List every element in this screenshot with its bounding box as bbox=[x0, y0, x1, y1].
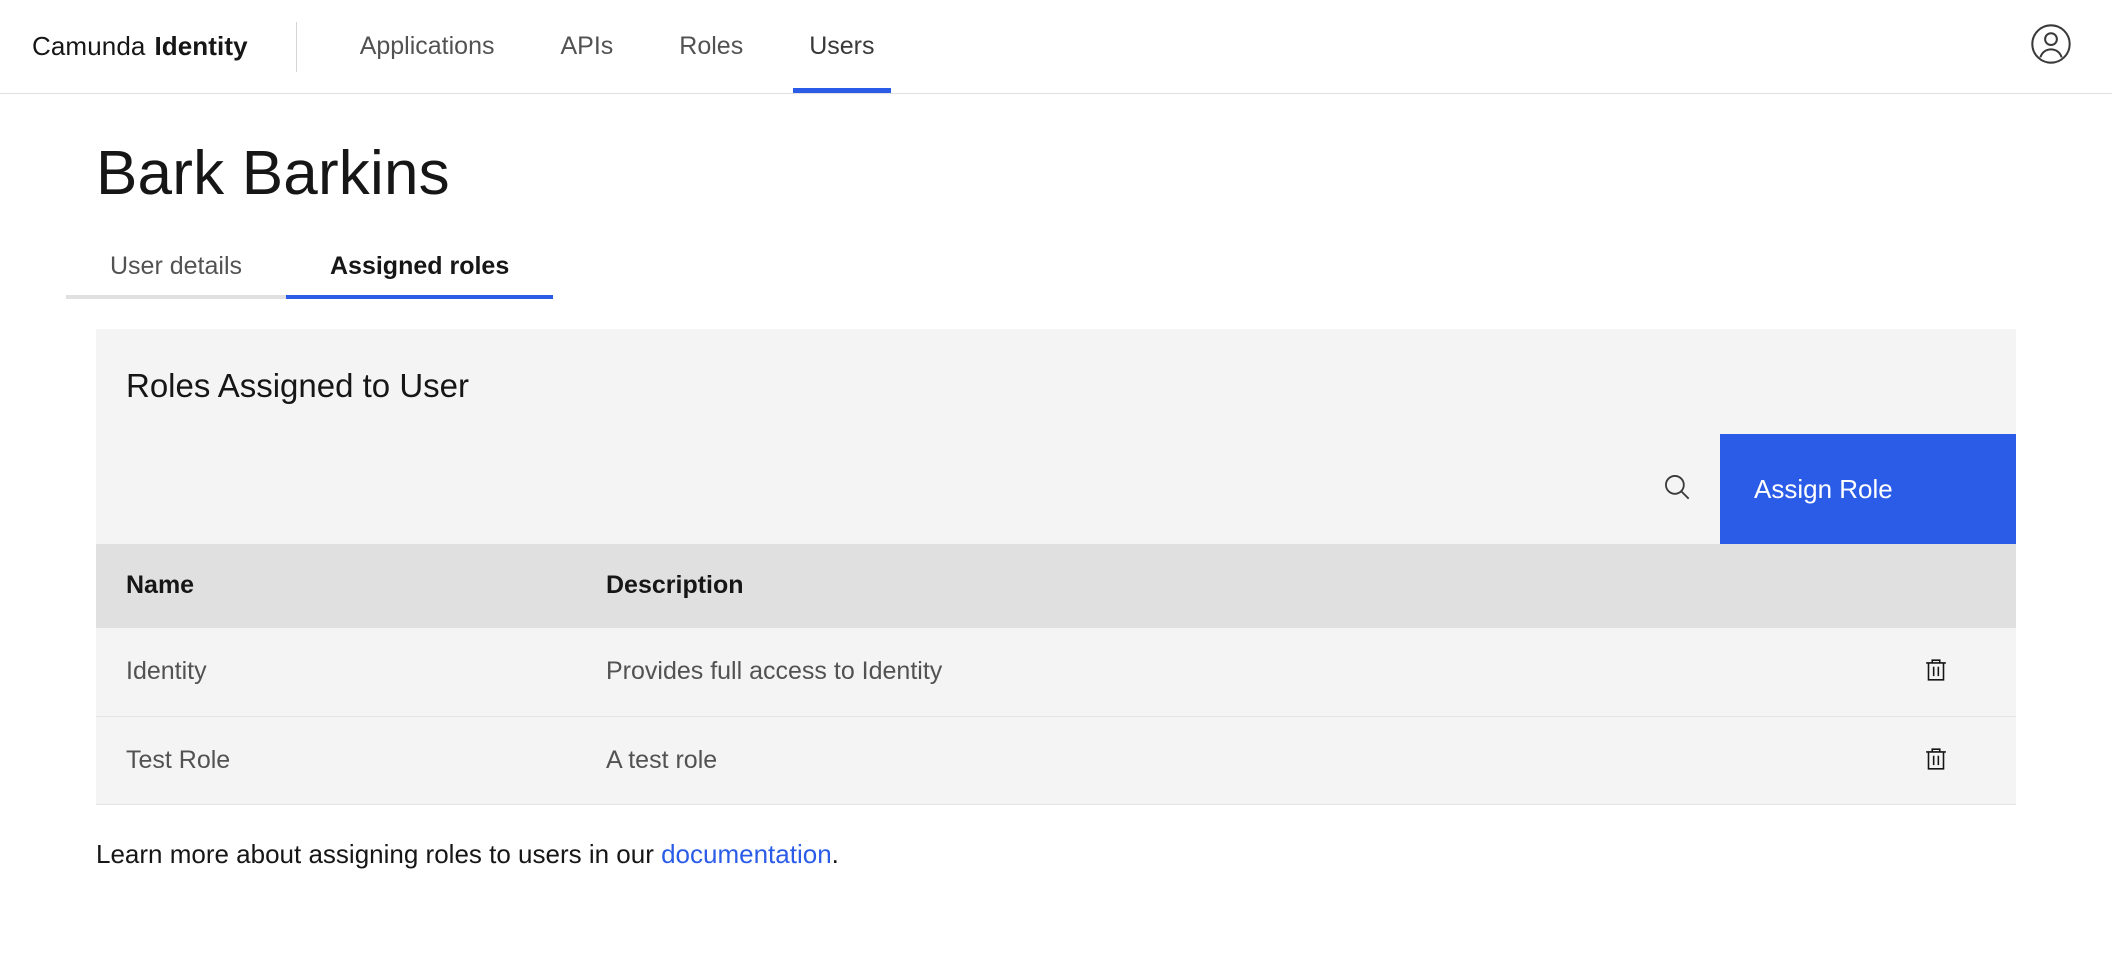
nav-label: Users bbox=[809, 32, 874, 61]
brand-divider bbox=[296, 22, 297, 72]
brand-prefix: Camunda bbox=[32, 31, 145, 62]
trash-icon bbox=[1921, 655, 1951, 688]
search-icon bbox=[1660, 470, 1694, 509]
cell-role-description: A test role bbox=[576, 716, 1856, 804]
nav-label: APIs bbox=[561, 32, 614, 61]
table-body: Identity Provides full access to Identit… bbox=[96, 628, 2016, 804]
nav-label: Applications bbox=[360, 32, 495, 61]
nav-item-users[interactable]: Users bbox=[776, 0, 907, 93]
tab-label: Assigned roles bbox=[330, 252, 509, 280]
page-title: Bark Barkins bbox=[96, 140, 2112, 208]
roles-panel: Roles Assigned to User Assign Role Name … bbox=[96, 329, 2016, 805]
nav-label: Roles bbox=[679, 32, 743, 61]
brand-logo[interactable]: Camunda Identity bbox=[0, 0, 248, 93]
delete-role-button[interactable] bbox=[1909, 645, 1963, 699]
account-menu-button[interactable] bbox=[2028, 0, 2112, 93]
assign-role-button[interactable]: Assign Role bbox=[1720, 434, 2016, 544]
table-header-row: Name Description bbox=[96, 544, 2016, 628]
trash-icon bbox=[1921, 744, 1951, 777]
page-content: Bark Barkins User details Assigned roles… bbox=[0, 140, 2112, 870]
footer-note: Learn more about assigning roles to user… bbox=[96, 839, 2112, 870]
column-header-actions bbox=[1856, 544, 2016, 628]
tab-assigned-roles[interactable]: Assigned roles bbox=[286, 252, 553, 299]
user-detail-tabs: User details Assigned roles bbox=[66, 252, 2112, 299]
footer-text-before: Learn more about assigning roles to user… bbox=[96, 839, 661, 869]
panel-toolbar: Assign Role bbox=[96, 434, 2016, 544]
table-row[interactable]: Identity Provides full access to Identit… bbox=[96, 628, 2016, 716]
top-navigation-bar: Camunda Identity Applications APIs Roles… bbox=[0, 0, 2112, 94]
cell-role-name: Identity bbox=[96, 628, 576, 716]
cell-actions bbox=[1856, 716, 2016, 804]
table-head: Name Description bbox=[96, 544, 2016, 628]
cell-actions bbox=[1856, 628, 2016, 716]
nav-item-applications[interactable]: Applications bbox=[327, 0, 528, 93]
cell-role-name: Test Role bbox=[96, 716, 576, 804]
documentation-link[interactable]: documentation bbox=[661, 839, 832, 869]
delete-role-button[interactable] bbox=[1909, 733, 1963, 787]
nav-item-apis[interactable]: APIs bbox=[528, 0, 647, 93]
tab-label: User details bbox=[110, 252, 242, 280]
tab-user-details[interactable]: User details bbox=[66, 252, 286, 299]
brand-name: Identity bbox=[154, 31, 247, 62]
panel-title: Roles Assigned to User bbox=[96, 329, 2016, 402]
assigned-roles-table: Name Description Identity Provides full … bbox=[96, 544, 2016, 805]
nav-item-roles[interactable]: Roles bbox=[646, 0, 776, 93]
topbar-spacer bbox=[908, 0, 2028, 93]
footer-text-after: . bbox=[832, 839, 839, 869]
table-row[interactable]: Test Role A test role bbox=[96, 716, 2016, 804]
column-header-name[interactable]: Name bbox=[96, 544, 576, 628]
search-button[interactable] bbox=[1634, 434, 1720, 544]
cell-role-description: Provides full access to Identity bbox=[576, 628, 1856, 716]
primary-nav: Applications APIs Roles Users bbox=[327, 0, 908, 93]
user-circle-icon bbox=[2028, 21, 2074, 72]
column-header-description[interactable]: Description bbox=[576, 544, 1856, 628]
assign-role-label: Assign Role bbox=[1754, 474, 1893, 505]
